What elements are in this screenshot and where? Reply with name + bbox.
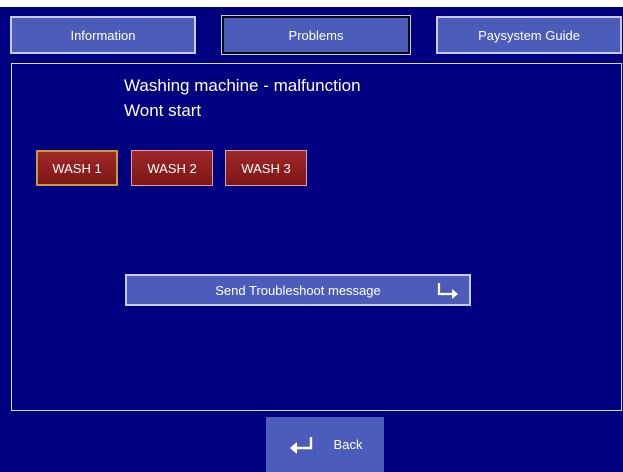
wash-2-button[interactable]: WASH 2	[131, 150, 213, 186]
wash-1-label: WASH 1	[52, 160, 102, 176]
tab-problems[interactable]: Problems	[221, 15, 411, 55]
send-troubleshoot-label: Send Troubleshoot message	[215, 282, 381, 298]
tab-information-label: Information	[70, 27, 136, 43]
wash-3-button[interactable]: WASH 3	[225, 150, 307, 186]
tab-paysystem-guide[interactable]: Paysystem Guide	[436, 16, 622, 54]
tab-paysystem-guide-label: Paysystem Guide	[478, 27, 580, 43]
problems-panel: Washing machine - malfunction Wont start…	[11, 63, 622, 411]
back-label: Back	[333, 437, 363, 452]
tab-problems-label: Problems	[288, 27, 344, 43]
tab-information[interactable]: Information	[10, 16, 196, 54]
wash-3-label: WASH 3	[241, 160, 291, 176]
wash-2-label: WASH 2	[147, 160, 197, 176]
send-troubleshoot-button[interactable]: Send Troubleshoot message	[125, 274, 471, 306]
problem-title: Washing machine - malfunction	[124, 76, 361, 95]
top-strip	[0, 0, 623, 7]
enter-arrow-icon	[437, 283, 458, 299]
back-button[interactable]: Back	[266, 417, 384, 472]
problem-subtitle: Wont start	[124, 101, 202, 120]
wash-1-button[interactable]: WASH 1	[36, 150, 118, 186]
return-arrow-icon	[289, 436, 312, 454]
